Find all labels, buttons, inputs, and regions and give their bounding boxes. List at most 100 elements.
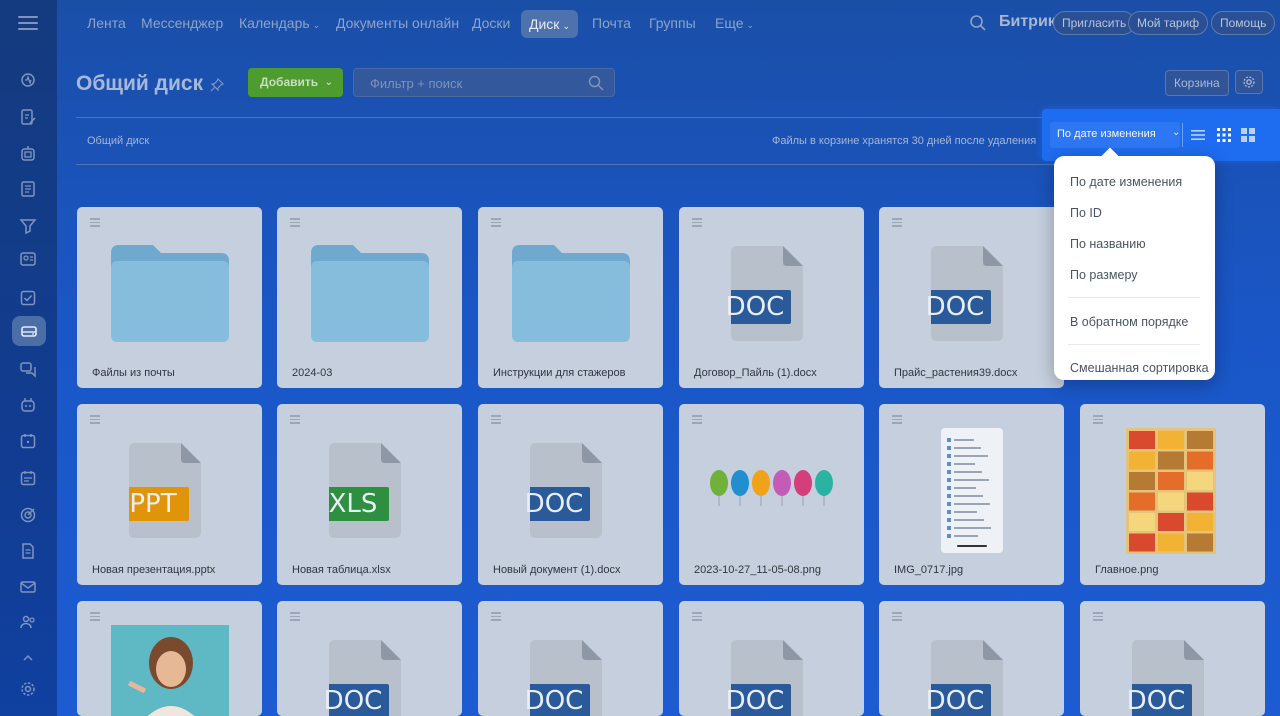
- drag-handle-icon[interactable]: [491, 612, 501, 621]
- breadcrumb[interactable]: Общий диск: [87, 135, 149, 147]
- nav-item-7[interactable]: Группы: [649, 15, 696, 31]
- drag-handle-icon[interactable]: [290, 218, 300, 227]
- sort-option-reverse[interactable]: В обратном порядке: [1070, 315, 1188, 329]
- sidebar-settings-icon[interactable]: [16, 677, 40, 701]
- file-tile[interactable]: PPT Новая презентация.pptx: [77, 404, 262, 585]
- drag-handle-icon[interactable]: [491, 415, 501, 424]
- nav-item-0[interactable]: Лента: [87, 15, 126, 31]
- file-name[interactable]: Инструкции для стажеров: [493, 367, 625, 379]
- file-tile[interactable]: DOC Новый документ (1).docx: [478, 404, 663, 585]
- drag-handle-icon[interactable]: [892, 612, 902, 621]
- drag-handle-icon[interactable]: [1093, 415, 1103, 424]
- trash-button[interactable]: Корзина: [1165, 70, 1229, 96]
- file-tile[interactable]: DOC: [1080, 601, 1265, 716]
- drag-handle-icon[interactable]: [290, 612, 300, 621]
- sidebar-checkbox-icon[interactable]: [16, 286, 40, 310]
- drag-handle-icon[interactable]: [290, 415, 300, 424]
- file-type-badge: DOC: [925, 686, 985, 716]
- search-icon[interactable]: [969, 14, 987, 32]
- chevron-down-icon: ⌄: [562, 21, 570, 31]
- sidebar-drive-icon[interactable]: [12, 316, 46, 346]
- file-name[interactable]: Главное.png: [1095, 564, 1158, 576]
- sidebar-chat-icon[interactable]: [16, 357, 40, 381]
- hamburger-menu-icon[interactable]: [18, 16, 38, 30]
- my-tariff-button[interactable]: Мой тариф: [1128, 11, 1209, 35]
- nav-item-2[interactable]: Календарь ⌄: [239, 15, 320, 31]
- sort-option-id[interactable]: По ID: [1070, 206, 1102, 220]
- sidebar-bot-icon[interactable]: [16, 393, 40, 417]
- file-name[interactable]: Файлы из почты: [92, 367, 175, 379]
- grid-view-icon[interactable]: [1216, 127, 1232, 143]
- file-tile[interactable]: Главное.png: [1080, 404, 1265, 585]
- sidebar-activity-icon[interactable]: [16, 68, 40, 92]
- sidebar-people-icon[interactable]: [16, 610, 40, 634]
- file-name[interactable]: 2023-10-27_11-05-08.png: [694, 564, 821, 576]
- drag-handle-icon[interactable]: [90, 612, 100, 621]
- search-icon[interactable]: [588, 75, 604, 91]
- drag-handle-icon[interactable]: [892, 415, 902, 424]
- file-tile[interactable]: DOC Договор_Пайль (1).docx: [679, 207, 864, 388]
- file-name[interactable]: Новый документ (1).docx: [493, 564, 620, 576]
- nav-item-1[interactable]: Мессенджер: [141, 15, 223, 31]
- file-name[interactable]: Новая презентация.pptx: [92, 564, 215, 576]
- drag-handle-icon[interactable]: [692, 415, 702, 424]
- sidebar-calendar-icon[interactable]: [16, 429, 40, 453]
- nav-item-3[interactable]: Документы онлайн: [336, 15, 459, 31]
- help-button[interactable]: Помощь: [1211, 11, 1276, 35]
- file-name[interactable]: Договор_Пайль (1).docx: [694, 367, 817, 379]
- file-name[interactable]: 2024-03: [292, 367, 332, 379]
- sidebar-notes-icon[interactable]: [16, 177, 40, 201]
- drag-handle-icon[interactable]: [90, 218, 100, 227]
- sort-option-mixed[interactable]: Смешанная сортировка: [1070, 361, 1209, 375]
- file-tile[interactable]: 2023-10-27_11-05-08.png: [679, 404, 864, 585]
- file-tile[interactable]: DOC: [679, 601, 864, 716]
- list-view-icon[interactable]: [1190, 127, 1206, 143]
- nav-item-8[interactable]: Еще ⌄: [715, 15, 754, 31]
- sidebar-expand-icon[interactable]: [16, 646, 40, 670]
- filter-search-input[interactable]: [368, 75, 572, 92]
- left-sidebar: [0, 0, 57, 716]
- poster-image: [1126, 428, 1216, 554]
- file-tile[interactable]: IMG_0717.jpg: [879, 404, 1064, 585]
- add-button[interactable]: Добавить ⌄: [248, 68, 343, 97]
- sidebar-contact-card-icon[interactable]: [16, 247, 40, 271]
- file-type-badge: XLS: [328, 489, 378, 519]
- settings-button[interactable]: [1235, 70, 1263, 94]
- file-tile[interactable]: Файлы из почты: [77, 207, 262, 388]
- nav-item-4[interactable]: Доски: [472, 15, 510, 31]
- file-tile[interactable]: Инструкции для стажеров: [478, 207, 663, 388]
- file-name[interactable]: Новая таблица.xlsx: [292, 564, 391, 576]
- sidebar-document-icon[interactable]: [16, 539, 40, 563]
- file-name[interactable]: IMG_0717.jpg: [894, 564, 963, 576]
- nav-item-6[interactable]: Почта: [592, 15, 631, 31]
- filter-search-field[interactable]: [353, 68, 615, 97]
- sort-option-date[interactable]: По дате изменения: [1070, 175, 1182, 189]
- sidebar-mail-icon[interactable]: [16, 575, 40, 599]
- sort-dropdown-button[interactable]: По дате изменения ⌄: [1050, 122, 1180, 148]
- file-tile[interactable]: DOC: [277, 601, 462, 716]
- sidebar-funnel-icon[interactable]: [16, 214, 40, 238]
- file-tile[interactable]: XLS Новая таблица.xlsx: [277, 404, 462, 585]
- file-tile[interactable]: DOC: [879, 601, 1064, 716]
- sort-option-size[interactable]: По размеру: [1070, 268, 1138, 282]
- large-grid-view-icon[interactable]: [1240, 127, 1256, 143]
- sidebar-tasks-edit-icon[interactable]: [16, 105, 40, 129]
- file-tile[interactable]: DOC Прайс_растения39.docx: [879, 207, 1064, 388]
- sidebar-target-icon[interactable]: [16, 503, 40, 527]
- nav-item-5[interactable]: Диск ⌄: [521, 10, 578, 38]
- file-name[interactable]: Прайс_растения39.docx: [894, 367, 1017, 379]
- sidebar-robot-icon[interactable]: [16, 142, 40, 166]
- drag-handle-icon[interactable]: [892, 218, 902, 227]
- drag-handle-icon[interactable]: [1093, 612, 1103, 621]
- invite-button[interactable]: Пригласить: [1053, 11, 1136, 35]
- file-tile[interactable]: 2024-03: [277, 207, 462, 388]
- file-tile[interactable]: DOC: [478, 601, 663, 716]
- sidebar-schedule-icon[interactable]: [16, 466, 40, 490]
- drag-handle-icon[interactable]: [491, 218, 501, 227]
- file-tile[interactable]: [77, 601, 262, 716]
- drag-handle-icon[interactable]: [692, 218, 702, 227]
- drag-handle-icon[interactable]: [90, 415, 100, 424]
- sort-option-name[interactable]: По названию: [1070, 237, 1146, 251]
- pin-icon[interactable]: [210, 78, 224, 92]
- drag-handle-icon[interactable]: [692, 612, 702, 621]
